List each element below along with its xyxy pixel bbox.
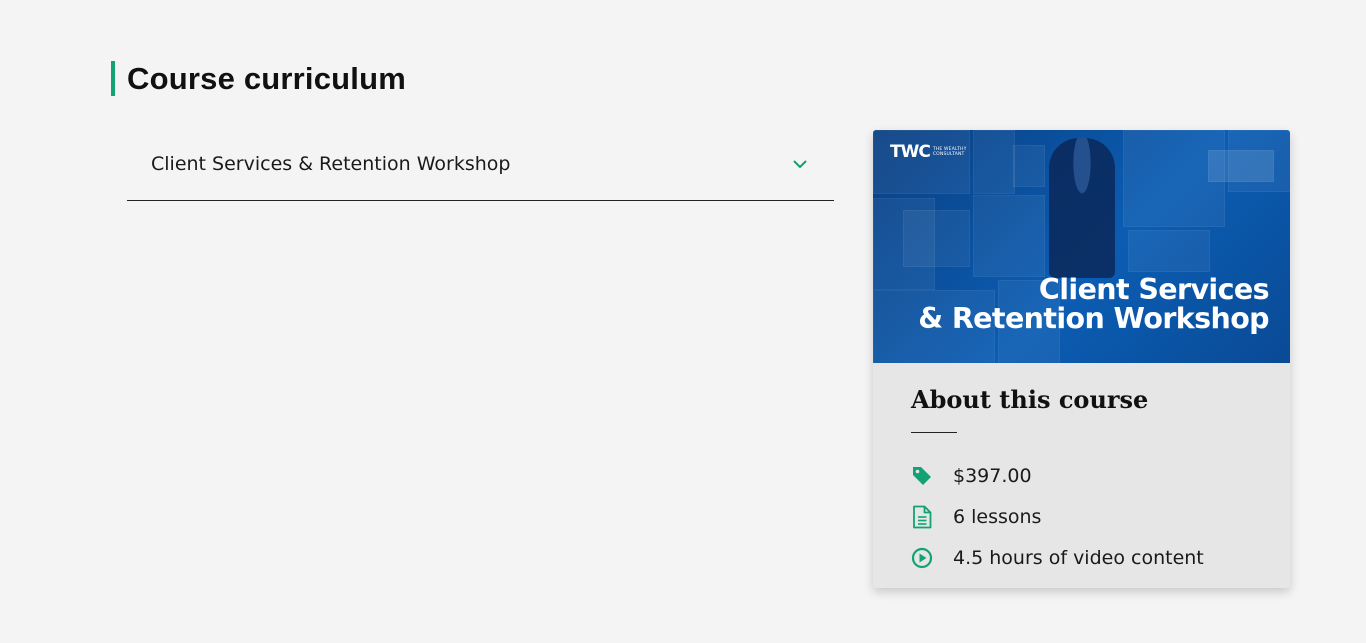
- document-icon: [911, 505, 933, 529]
- logo-subtitle: THE WEALTHY CONSULTANT: [932, 147, 967, 157]
- heading-accent-bar: [111, 61, 115, 96]
- curriculum-title: Course curriculum: [127, 60, 407, 96]
- price-tag-icon: [911, 464, 933, 488]
- banner-headline: Client Services & Retention Workshop: [918, 275, 1269, 333]
- about-course-title: About this course: [911, 385, 1149, 414]
- twc-logo: TWC THE WEALTHY CONSULTANT: [890, 142, 969, 162]
- banner-headline-line1: Client Services: [1038, 273, 1270, 306]
- accordion-title: Client Services & Retention Workshop: [151, 153, 511, 175]
- curriculum-heading: Course curriculum: [111, 61, 406, 96]
- chevron-down-icon[interactable]: [793, 157, 807, 171]
- banner-headline-line2: & Retention Workshop: [918, 302, 1269, 335]
- play-circle-icon: [911, 546, 933, 570]
- presenter-figure: [1049, 138, 1115, 278]
- course-card: TWC THE WEALTHY CONSULTANT Client Servic…: [873, 130, 1290, 588]
- title-divider: [911, 432, 957, 433]
- page: Course curriculum Client Services & Rete…: [0, 0, 1366, 643]
- course-banner-image: TWC THE WEALTHY CONSULTANT Client Servic…: [873, 130, 1290, 363]
- video-duration-text: 4.5 hours of video content: [953, 546, 1204, 569]
- lessons-text: 6 lessons: [953, 505, 1042, 528]
- video-stat: 4.5 hours of video content: [911, 537, 1252, 578]
- card-body: About this course $397.00 6 lessons 4.5 …: [873, 363, 1290, 578]
- price-text: $397.00: [953, 464, 1032, 487]
- curriculum-accordion-toggle[interactable]: Client Services & Retention Workshop: [127, 132, 834, 201]
- lessons-stat: 6 lessons: [911, 496, 1252, 537]
- logo-mark: TWC: [890, 142, 931, 162]
- price-stat: $397.00: [911, 455, 1252, 496]
